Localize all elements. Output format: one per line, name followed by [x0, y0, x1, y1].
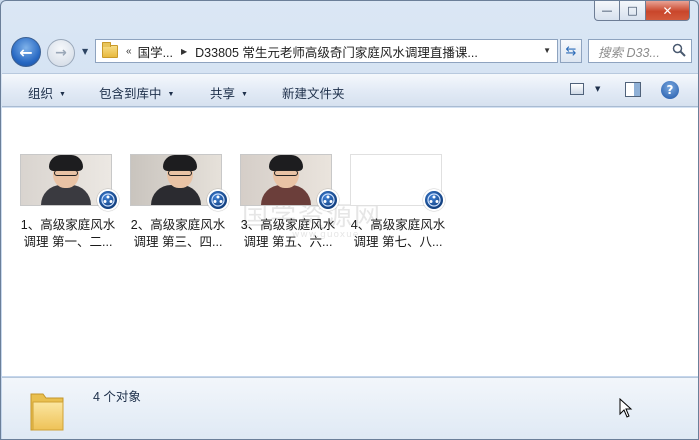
file-item-4[interactable]: 4、高级家庭风水 调理 第七、八... — [350, 154, 454, 249]
video-player-badge-icon — [97, 189, 119, 211]
file-list-area[interactable]: 国学资源网 www.guoxue... 1、高级家庭风水 调理 第一、二... — [2, 108, 698, 376]
breadcrumb-guoxue[interactable]: 国学... — [138, 42, 173, 61]
search-placeholder: 搜索 D33... — [598, 45, 660, 60]
breadcrumb-separator-icon[interactable]: ▶ — [181, 47, 187, 56]
file-item-3[interactable]: 3、高级家庭风水 调理 第五、六... — [240, 154, 344, 249]
refresh-button[interactable]: ⇆ — [560, 39, 582, 63]
item-count: 4 个对象 — [93, 390, 141, 404]
file-name: 2、高级家庭风水 调理 第三、四... — [130, 218, 226, 249]
share-menu[interactable]: 共享 ▼ — [210, 83, 248, 102]
file-item-2[interactable]: 2、高级家庭风水 调理 第三、四... — [130, 154, 234, 249]
file-name: 4、高级家庭风水 调理 第七、八... — [350, 218, 446, 249]
include-in-library-label: 包含到库中 — [99, 87, 162, 101]
folder-icon — [30, 393, 64, 431]
address-dropdown-icon[interactable]: ▼ — [543, 46, 551, 55]
explorer-window: — □ ✕ ← → ▼ « 国学... ▶ D33805 常生元老师高级奇门家庭… — [0, 0, 699, 440]
address-bar[interactable]: « 国学... ▶ D33805 常生元老师高级奇门家庭风水调理直播课... ▼ — [95, 39, 558, 63]
new-folder-button[interactable]: 新建文件夹 — [282, 83, 345, 102]
video-player-badge-icon — [317, 189, 339, 211]
command-bar: 组织 ▼ 包含到库中 ▼ 共享 ▼ 新建文件夹 ▼ ? — [2, 73, 698, 107]
breadcrumb-current-folder[interactable]: D33805 常生元老师高级奇门家庭风水调理直播课... — [195, 42, 478, 61]
forward-button[interactable]: → — [47, 39, 75, 67]
folder-icon — [102, 41, 118, 58]
maximize-button[interactable]: □ — [620, 1, 646, 21]
change-view-icon[interactable] — [570, 83, 584, 95]
chevron-down-icon: ▼ — [241, 91, 248, 98]
minimize-button[interactable]: — — [594, 1, 620, 21]
search-input[interactable]: 搜索 D33... — [588, 39, 692, 63]
chevron-down-icon: ▼ — [167, 91, 175, 98]
file-item-1[interactable]: 1、高级家庭风水 调理 第一、二... — [20, 154, 124, 249]
back-button[interactable]: ← — [11, 37, 41, 67]
back-arrow-icon: ← — [19, 42, 33, 62]
file-name: 1、高级家庭风水 调理 第一、二... — [20, 218, 116, 249]
caption-buttons: — □ ✕ — [594, 1, 690, 21]
video-player-badge-icon — [423, 189, 445, 211]
overflow-crumb[interactable]: « — [126, 46, 132, 57]
navigation-bar: ← → ▼ « 国学... ▶ D33805 常生元老师高级奇门家庭风水调理直播… — [1, 34, 698, 68]
close-button[interactable]: ✕ — [646, 1, 690, 21]
file-name: 3、高级家庭风水 调理 第五、六... — [240, 218, 336, 249]
include-in-library-menu[interactable]: 包含到库中 ▼ — [99, 83, 174, 102]
organize-label: 组织 — [28, 87, 54, 101]
new-folder-label: 新建文件夹 — [282, 87, 345, 101]
view-options-dropdown[interactable]: ▼ — [595, 85, 600, 93]
preview-pane-icon[interactable] — [625, 82, 641, 97]
mouse-pointer-icon — [619, 398, 633, 418]
details-pane: 4 个对象 — [2, 377, 698, 439]
recent-pages-dropdown[interactable]: ▼ — [82, 47, 88, 56]
share-label: 共享 — [210, 87, 236, 101]
video-player-badge-icon — [207, 189, 229, 211]
help-icon[interactable]: ? — [661, 81, 679, 99]
refresh-icon: ⇆ — [565, 43, 577, 59]
chevron-down-icon: ▼ — [59, 91, 66, 98]
search-icon — [672, 43, 686, 57]
forward-arrow-icon: → — [55, 45, 67, 61]
organize-menu[interactable]: 组织 ▼ — [28, 83, 66, 102]
